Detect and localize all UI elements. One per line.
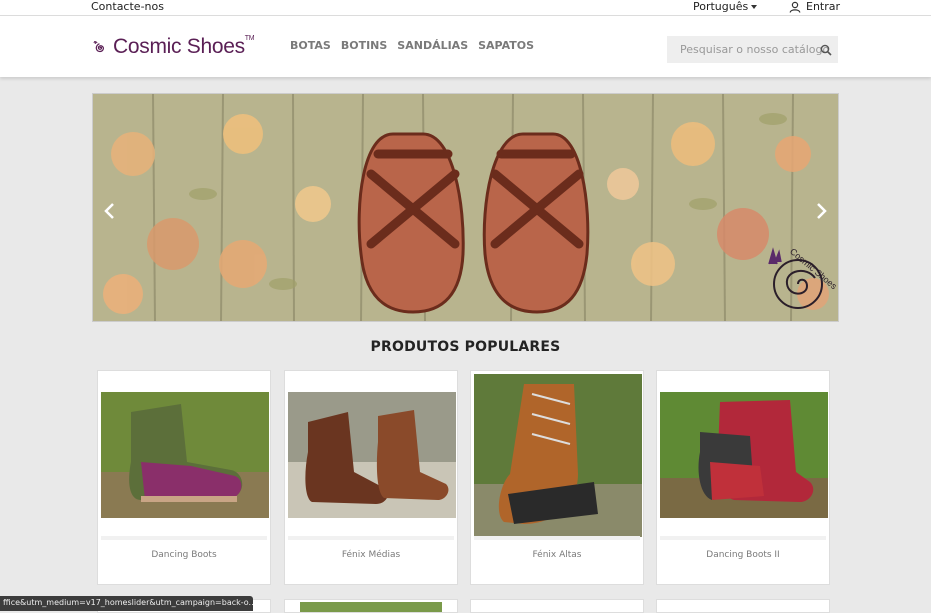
- nav-item-botins[interactable]: BOTINS: [341, 39, 387, 52]
- product-image[interactable]: [101, 392, 269, 518]
- slider-next-icon[interactable]: [814, 202, 828, 220]
- site-logo[interactable]: Cosmic ShoesTM: [91, 35, 255, 59]
- product-image[interactable]: [474, 374, 642, 537]
- search-placeholder: Pesquisar o nosso catálogo: [680, 43, 830, 56]
- login-link[interactable]: Entrar: [789, 0, 840, 13]
- main-nav: BOTAS BOTINS SANDÁLIAS SAPATOS: [290, 39, 534, 52]
- product-name[interactable]: Dancing Boots: [98, 550, 270, 560]
- search-icon[interactable]: [820, 44, 832, 56]
- section-title: PRODUTOS POPULARES: [370, 339, 561, 355]
- language-label: Português: [693, 0, 749, 13]
- nav-item-botas[interactable]: BOTAS: [290, 39, 331, 52]
- product-card[interactable]: Dancing Boots: [97, 370, 271, 585]
- slider-image: Cosmic Shoes: [93, 94, 838, 321]
- nav-item-sandalias[interactable]: SANDÁLIAS: [397, 39, 468, 52]
- search-input[interactable]: Pesquisar o nosso catálogo: [667, 36, 838, 63]
- card-divider: [101, 536, 267, 540]
- slider-prev-icon[interactable]: [103, 202, 117, 220]
- product-name[interactable]: Dancing Boots II: [657, 550, 829, 560]
- product-card[interactable]: Fénix Médias: [284, 370, 458, 585]
- contact-link[interactable]: Contacte-nos: [91, 0, 164, 13]
- nav-item-sapatos[interactable]: SAPATOS: [478, 39, 534, 52]
- product-card[interactable]: Fénix Altas: [470, 370, 644, 585]
- card-divider: [660, 536, 826, 540]
- top-bar: Contacte-nos Português Entrar: [0, 0, 931, 16]
- user-icon: [789, 1, 801, 13]
- product-name[interactable]: Fénix Altas: [471, 550, 643, 560]
- product-image[interactable]: [660, 392, 828, 518]
- product-card[interactable]: Dancing Boots II: [656, 370, 830, 585]
- language-selector[interactable]: Português: [693, 0, 758, 13]
- product-name[interactable]: Fénix Médias: [285, 550, 457, 560]
- caret-down-icon: [751, 5, 758, 9]
- spiral-logo-icon: [93, 40, 104, 53]
- card-divider: [288, 536, 454, 540]
- browser-status-bar: ffice&utm_medium=v17_homeslider&utm_camp…: [0, 596, 253, 611]
- login-label: Entrar: [806, 0, 841, 13]
- logo-text: Cosmic ShoesTM: [113, 35, 255, 58]
- site-header: Cosmic ShoesTM BOTAS BOTINS SANDÁLIAS SA…: [0, 16, 931, 77]
- product-image[interactable]: [288, 392, 456, 518]
- hero-slider[interactable]: Cosmic Shoes: [92, 93, 839, 322]
- card-divider: [474, 536, 640, 540]
